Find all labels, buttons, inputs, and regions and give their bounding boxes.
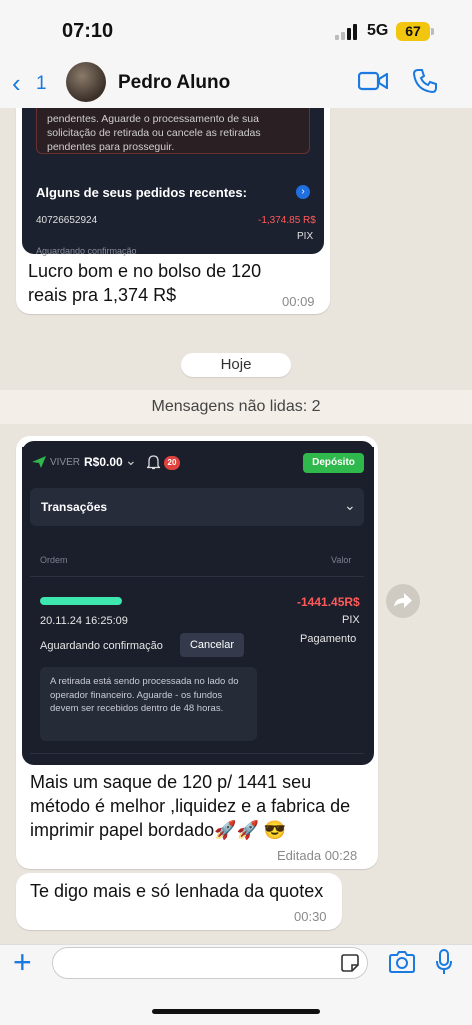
order-id: 40726652924 — [36, 215, 98, 226]
transaction-type: Pagamento — [300, 633, 357, 645]
transactions-title: Transações — [41, 500, 108, 514]
battery-icon: 67 — [396, 22, 430, 41]
forward-arrow-icon — [394, 593, 412, 608]
warning-box: pendentes. Aguarde o processamento de su… — [36, 108, 310, 154]
camera-icon[interactable] — [388, 951, 416, 973]
order-amount: -1,374.85 R$ — [258, 215, 316, 226]
brand-label: VIVER — [50, 457, 81, 468]
balance: R$0.00 — [84, 455, 123, 469]
transaction-status: Aguardando confirmação — [40, 640, 163, 652]
deposit-button[interactable]: Depósito — [303, 453, 364, 473]
chevron-down-icon: ⌄ — [344, 497, 356, 513]
order-status: Aguardando confirmação — [36, 246, 137, 256]
message-time-3: 00:30 — [294, 909, 327, 924]
redacted-order-id — [40, 597, 122, 605]
battery-tip — [431, 28, 434, 35]
chevron-right-icon: › — [296, 185, 310, 199]
bell-icon — [147, 455, 160, 470]
transaction-method: PIX — [342, 614, 360, 626]
home-indicator — [152, 1009, 320, 1014]
message-time-2: Editada 00:28 — [277, 848, 358, 863]
order-method: PIX — [297, 231, 314, 242]
video-call-icon[interactable] — [358, 70, 388, 92]
day-pill: Hoje — [181, 353, 291, 377]
status-time: 07:10 — [62, 20, 114, 42]
notification-badge: 20 — [164, 456, 180, 470]
back-chevron-icon[interactable]: ‹ — [12, 70, 21, 96]
transaction-amount: -1441.45R$ — [297, 595, 360, 609]
column-order: Ordem — [40, 555, 68, 565]
message-text-2: Mais um saque de 120 p/ 1441 seu método … — [30, 772, 351, 840]
message-time-1: 00:09 — [282, 294, 315, 309]
transaction-datetime: 20.11.24 16:25:09 — [40, 615, 128, 627]
chevron-down-icon: ⌄ — [125, 452, 137, 468]
contact-name[interactable]: Pedro Aluno — [118, 72, 230, 94]
divider — [30, 576, 364, 577]
message-text-1: Lucro bom e no bolso de 120 reais pra 1,… — [28, 261, 262, 305]
column-value: Valor — [331, 555, 352, 565]
recent-orders-title: Alguns de seus pedidos recentes: — [36, 185, 247, 200]
sticker-icon[interactable] — [340, 953, 360, 973]
cancel-button[interactable]: Cancelar — [180, 633, 244, 657]
plus-icon[interactable]: + — [13, 944, 32, 980]
back-count[interactable]: 1 — [36, 73, 47, 95]
unread-divider: Mensagens não lidas: 2 — [0, 390, 472, 424]
phone-call-icon[interactable] — [412, 68, 438, 94]
message-input[interactable] — [52, 947, 368, 979]
microphone-icon[interactable] — [436, 949, 452, 975]
message-text-3: Te digo mais e só lenhada da quotex — [30, 881, 324, 901]
send-arrow-icon — [32, 456, 46, 468]
divider — [30, 753, 364, 754]
signal-icon — [335, 24, 361, 40]
withdrawal-info: A retirada está sendo processada no lado… — [40, 667, 257, 741]
network-label: 5G — [367, 22, 389, 39]
avatar[interactable] — [66, 62, 106, 102]
